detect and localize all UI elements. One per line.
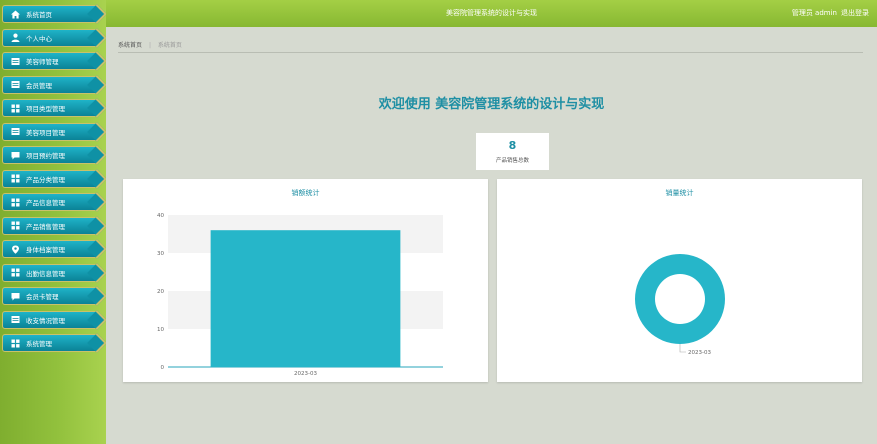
- welcome-heading: 欢迎使用 美容院管理系统的设计与实现: [378, 97, 605, 112]
- sidebar-item-label: 项目类型管理: [26, 105, 65, 113]
- volume-chart-panel: 销量统计 2023-03: [497, 179, 862, 382]
- sidebar-item-label: 产品销售管理: [26, 222, 65, 231]
- stat-value: 8: [508, 139, 517, 152]
- y-tick-label: 40: [157, 213, 164, 219]
- grid-icon: [11, 198, 20, 207]
- volume-donut-chart: 2023-03: [635, 253, 725, 356]
- main-content: 系统首页 | 系统首页 欢迎使用 美容院管理系统的设计与实现 8 产品销售总数 …: [106, 27, 877, 444]
- breadcrumb-home[interactable]: 系统首页: [118, 42, 142, 49]
- sidebar-item-label: 身体档案管理: [26, 246, 65, 254]
- sidebar-item[interactable]: 收支情况管理: [2, 310, 98, 329]
- y-tick-label: 20: [157, 289, 164, 295]
- table-icon: [11, 80, 20, 89]
- breadcrumb-divider: [118, 52, 863, 53]
- sidebar-item-label: 美容师管理: [26, 58, 59, 66]
- grid-icon: [11, 174, 20, 183]
- current-user: 管理员 admin: [791, 9, 837, 17]
- sidebar-item-label: 会员卡管理: [26, 293, 59, 301]
- sales-bar-chart: 0 10 20 30 40 2023-03: [157, 213, 443, 377]
- sidebar-item-label: 美容项目管理: [26, 128, 65, 137]
- sidebar-item[interactable]: 产品销售管理: [2, 216, 98, 235]
- chat-icon: [11, 292, 20, 301]
- home-icon: [11, 10, 20, 19]
- sidebar-item-label: 出勤信息管理: [26, 269, 65, 278]
- table-icon: [11, 57, 20, 66]
- y-tick-label: 10: [157, 327, 164, 333]
- sidebar-item[interactable]: 身体档案管理: [2, 240, 98, 258]
- y-tick-label: 30: [157, 251, 164, 257]
- stat-card: 8 产品销售总数: [476, 133, 549, 170]
- stat-label: 产品销售总数: [495, 158, 529, 164]
- top-header: 美容院管理系统的设计与实现 管理员 admin 退出登录: [106, 0, 877, 27]
- slice-leader-line: [679, 344, 686, 353]
- sidebar-item-label: 系统管理: [26, 340, 52, 348]
- sidebar-item-label: 会员管理: [26, 81, 52, 90]
- sidebar-item[interactable]: 系统首页: [2, 5, 98, 23]
- sidebar: 系统首页个人中心美容师管理会员管理项目类型管理 美容项目管理 项目预约管理 产品分类管…: [0, 0, 106, 444]
- sidebar-item[interactable]: 会员卡管理: [2, 287, 98, 305]
- sidebar-item[interactable]: 出勤信息管理: [2, 263, 98, 282]
- sidebar-item[interactable]: 项目预约管理: [2, 146, 98, 164]
- sidebar-item[interactable]: 产品信息管理: [2, 193, 98, 211]
- breadcrumb-separator: |: [148, 42, 151, 49]
- grid-icon: [11, 268, 20, 277]
- y-tick-label: 0: [161, 365, 165, 371]
- logout-link[interactable]: 退出登录: [841, 8, 869, 18]
- grid-icon: [11, 339, 20, 348]
- sales-chart-panel: 销额统计 0 10 20 30 40 2023-03: [123, 179, 488, 382]
- pin-icon: [11, 245, 20, 254]
- breadcrumb-current: 系统首页: [157, 42, 182, 49]
- app-title: 美容院管理系统的设计与实现: [446, 9, 537, 17]
- user-icon: [11, 33, 20, 42]
- sidebar-item[interactable]: 项目类型管理: [2, 99, 98, 117]
- sidebar-item[interactable]: 系统管理: [2, 334, 98, 352]
- bar: [210, 230, 401, 367]
- sidebar-item-label: 产品信息管理: [26, 199, 65, 207]
- sidebar-item[interactable]: 美容项目管理: [2, 122, 98, 141]
- slice-label: 2023-03: [688, 350, 711, 356]
- sidebar-item[interactable]: 个人中心: [2, 28, 98, 47]
- sidebar-item-label: 个人中心: [26, 34, 52, 43]
- table-icon: [11, 127, 20, 136]
- breadcrumb: 系统首页 | 系统首页: [118, 40, 182, 49]
- sidebar-item-label: 项目预约管理: [26, 152, 65, 160]
- x-tick-label: 2023-03: [294, 371, 317, 377]
- donut-slice: [635, 253, 725, 345]
- table-icon: [11, 315, 20, 324]
- sidebar-item[interactable]: 美容师管理: [2, 52, 98, 70]
- sidebar-item-label: 收支情况管理: [26, 316, 65, 325]
- grid-icon: [11, 221, 20, 230]
- sidebar-item-label: 系统首页: [26, 11, 52, 19]
- sidebar-item[interactable]: 产品分类管理: [2, 169, 98, 188]
- sidebar-item[interactable]: 会员管理: [2, 75, 98, 94]
- grid-icon: [11, 104, 20, 113]
- chat-icon: [11, 151, 20, 160]
- sidebar-item-label: 产品分类管理: [26, 175, 65, 184]
